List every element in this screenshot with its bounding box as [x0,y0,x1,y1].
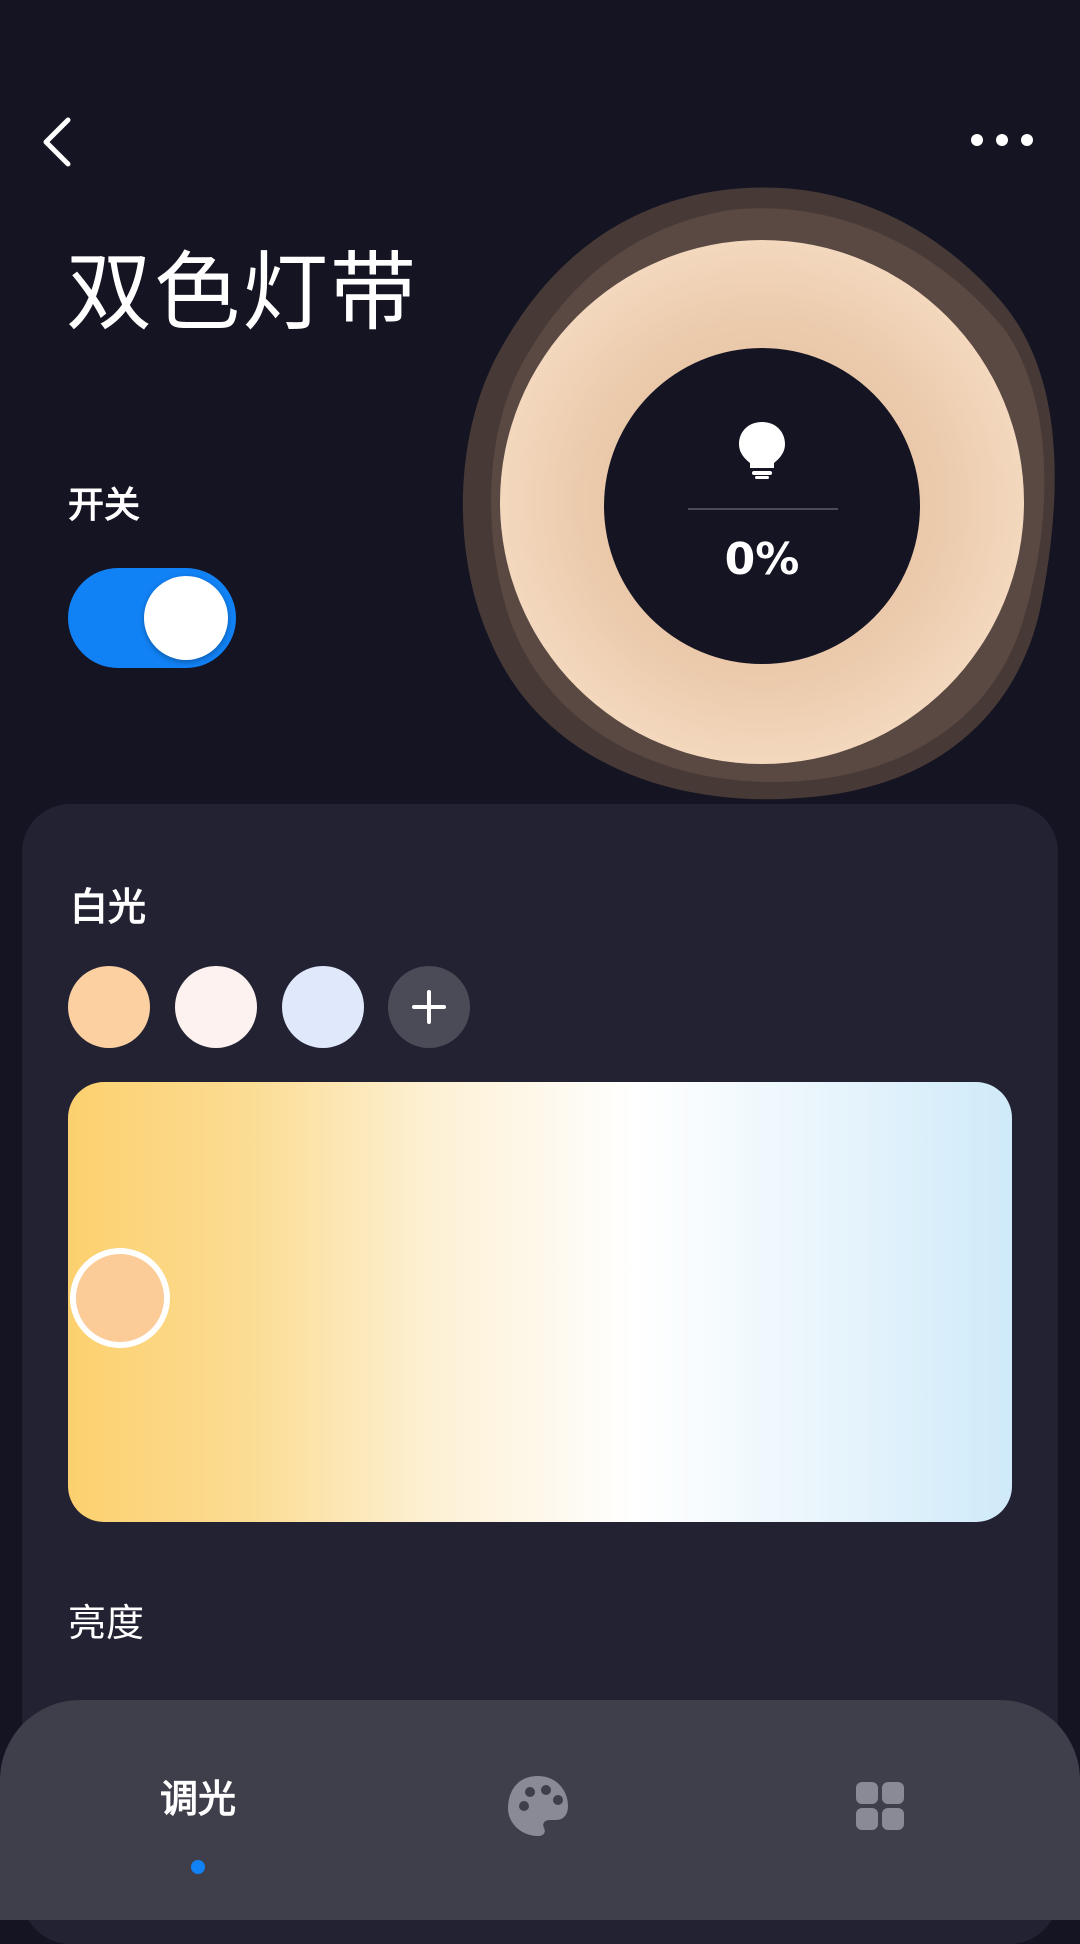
lightbulb-icon [736,420,788,480]
preset-neutral-swatch[interactable] [175,966,257,1048]
divider [688,508,838,510]
power-label: 开关 [68,485,141,526]
toggle-knob [144,576,228,660]
chevron-left-icon [43,117,71,167]
tab-dimming[interactable]: 调光 [128,1768,268,1878]
grid-icon [856,1782,904,1830]
palette-icon [508,1776,568,1836]
preset-warm-swatch[interactable] [68,966,150,1048]
more-horizontal-icon [971,134,1033,146]
lamp-center [604,348,920,664]
active-indicator [191,1860,205,1874]
white-light-label: 白光 [70,885,147,929]
brightness-readout: 0% [724,534,800,585]
back-button[interactable] [34,112,84,172]
tab-palette[interactable] [468,1768,608,1878]
add-preset-button[interactable] [388,966,470,1048]
color-temperature-picker[interactable] [68,1082,1012,1522]
brightness-label: 亮度 [68,1601,145,1645]
temperature-handle[interactable] [70,1248,170,1348]
more-button[interactable] [966,120,1046,160]
preset-cool-swatch[interactable] [282,966,364,1048]
power-toggle[interactable] [68,568,236,668]
page-title: 双色灯带 [66,243,418,343]
tab-scenes[interactable] [810,1768,950,1878]
plus-icon [412,990,446,1024]
tab-dimming-label: 调光 [159,1777,236,1821]
